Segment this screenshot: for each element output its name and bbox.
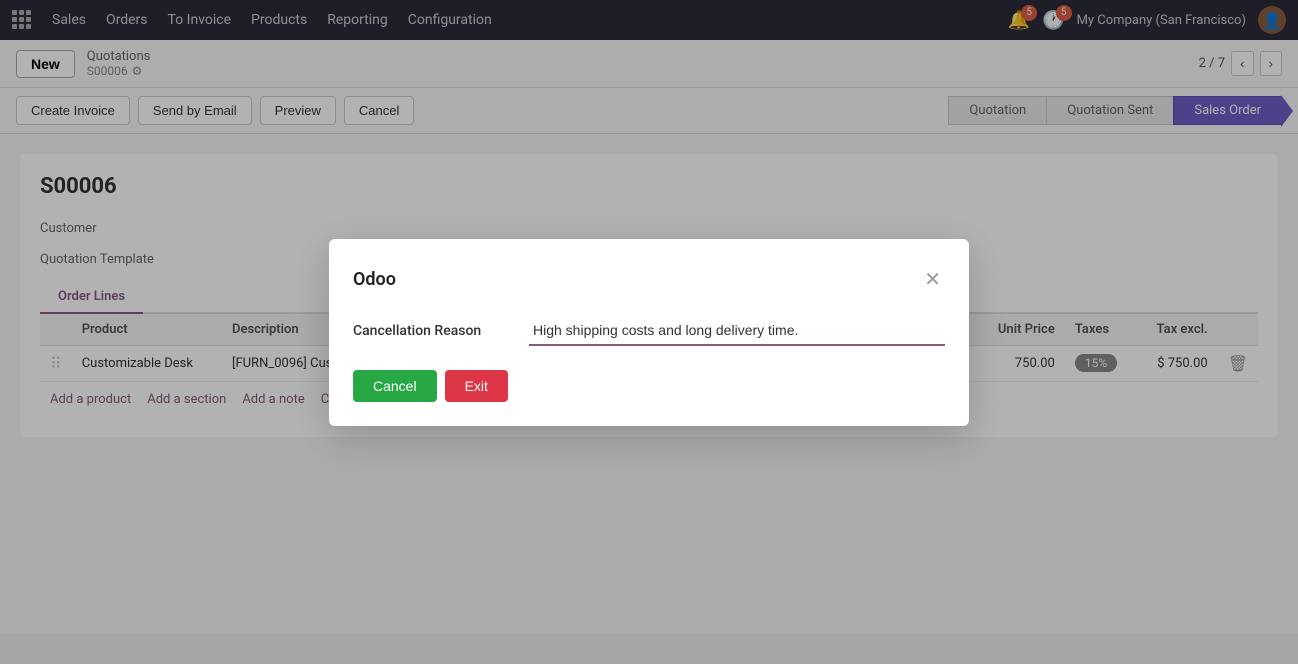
cancellation-modal: Odoo ✕ Cancellation Reason Cancel Exit — [329, 239, 969, 426]
modal-overlay: Odoo ✕ Cancellation Reason Cancel Exit — [0, 0, 1298, 664]
modal-title: Odoo — [353, 269, 396, 290]
modal-body: Cancellation Reason — [353, 316, 945, 346]
modal-header: Odoo ✕ — [353, 263, 945, 296]
cancellation-reason-label: Cancellation Reason — [353, 323, 513, 339]
modal-cancel-button[interactable]: Cancel — [353, 370, 437, 402]
cancellation-reason-row: Cancellation Reason — [353, 316, 945, 346]
modal-exit-button[interactable]: Exit — [445, 370, 508, 402]
cancellation-reason-input[interactable] — [529, 316, 945, 346]
modal-close-button[interactable]: ✕ — [920, 263, 945, 296]
modal-footer: Cancel Exit — [353, 370, 945, 402]
